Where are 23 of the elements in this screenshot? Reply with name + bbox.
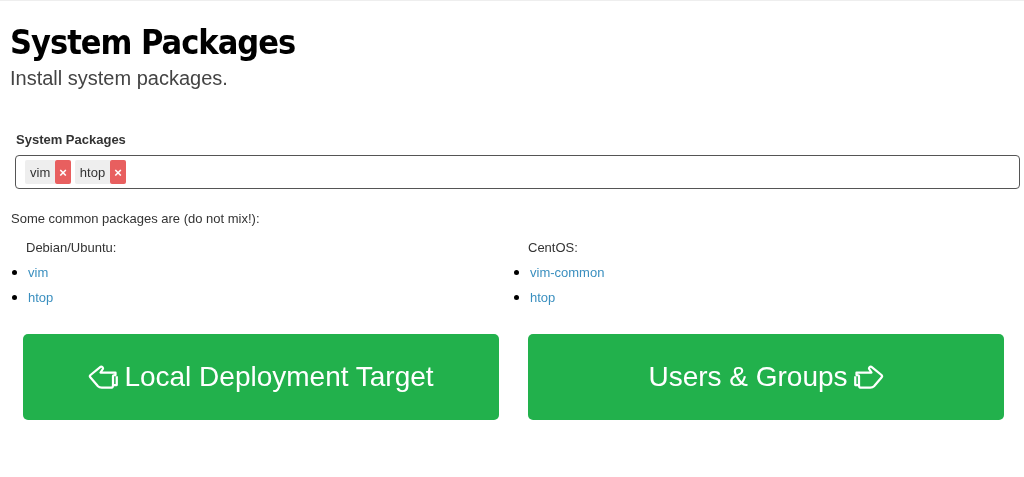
nav-button[interactable]: Users & Groups xyxy=(528,334,1004,420)
tag-remove-button[interactable]: × xyxy=(55,160,71,184)
tag-input-field[interactable]: vim × htop × xyxy=(15,155,1020,189)
bullet-icon xyxy=(12,270,17,275)
tag-label: htop xyxy=(74,160,111,184)
package-link[interactable]: vim xyxy=(28,265,49,280)
hand-pointing-right-icon xyxy=(853,364,884,390)
nav-button[interactable]: Local Deployment Target xyxy=(23,334,499,420)
page-title: System Packages xyxy=(10,21,297,64)
package-link[interactable]: htop xyxy=(530,290,556,305)
package-link[interactable]: htop xyxy=(28,290,54,305)
bullet-icon xyxy=(12,295,17,300)
hand-pointing-left-icon xyxy=(88,364,119,390)
tag-label: vim xyxy=(25,160,56,184)
field-label: System Packages xyxy=(16,132,127,147)
bullet-icon xyxy=(514,270,519,275)
bullet-icon xyxy=(514,295,519,300)
tag-remove-button[interactable]: × xyxy=(110,160,126,184)
list-heading: Debian/Ubuntu: xyxy=(26,240,118,255)
list-heading: CentOS: xyxy=(528,240,579,255)
page-subtitle: Install system packages. xyxy=(10,67,229,90)
help-text: Some common packages are (do not mix!): xyxy=(11,211,261,226)
package-link[interactable]: vim-common xyxy=(530,265,605,280)
